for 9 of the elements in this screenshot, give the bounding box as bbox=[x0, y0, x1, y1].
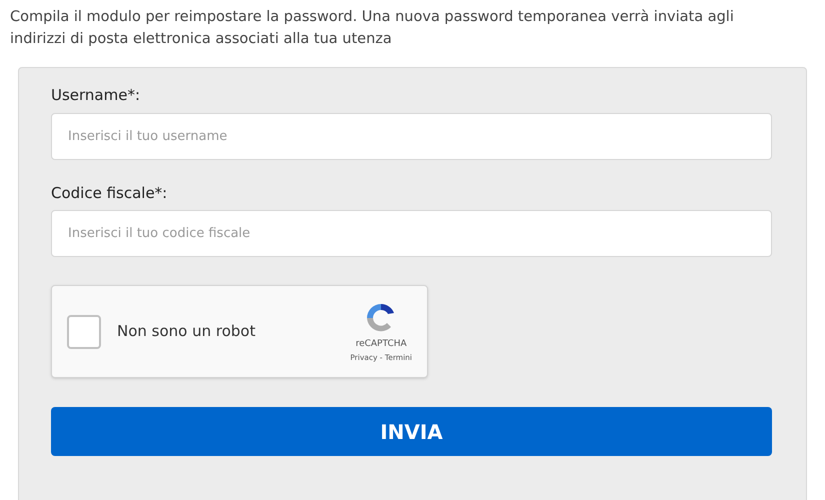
input-field[interactable]: Inserisci il tuo codice fiscale bbox=[51, 210, 772, 257]
captcha-label: Non sono un robot bbox=[117, 321, 256, 342]
submit-button[interactable]: INVIA bbox=[51, 407, 772, 456]
input-field[interactable]: Inserisci il tuo username bbox=[51, 112, 772, 160]
captcha-checkbox[interactable] bbox=[67, 314, 101, 348]
field-label: Codice fiscale*: bbox=[51, 182, 168, 204]
recaptcha-brand: reCAPTCHA bbox=[356, 338, 407, 352]
field-label: Username*: bbox=[51, 85, 142, 106]
intro-text: Compila il modulo per reimpostare la password. Una nuova password temporanea verrà inviata agli indirizzi di posta elettronica associati alla tua utenza bbox=[10, 8, 735, 49]
